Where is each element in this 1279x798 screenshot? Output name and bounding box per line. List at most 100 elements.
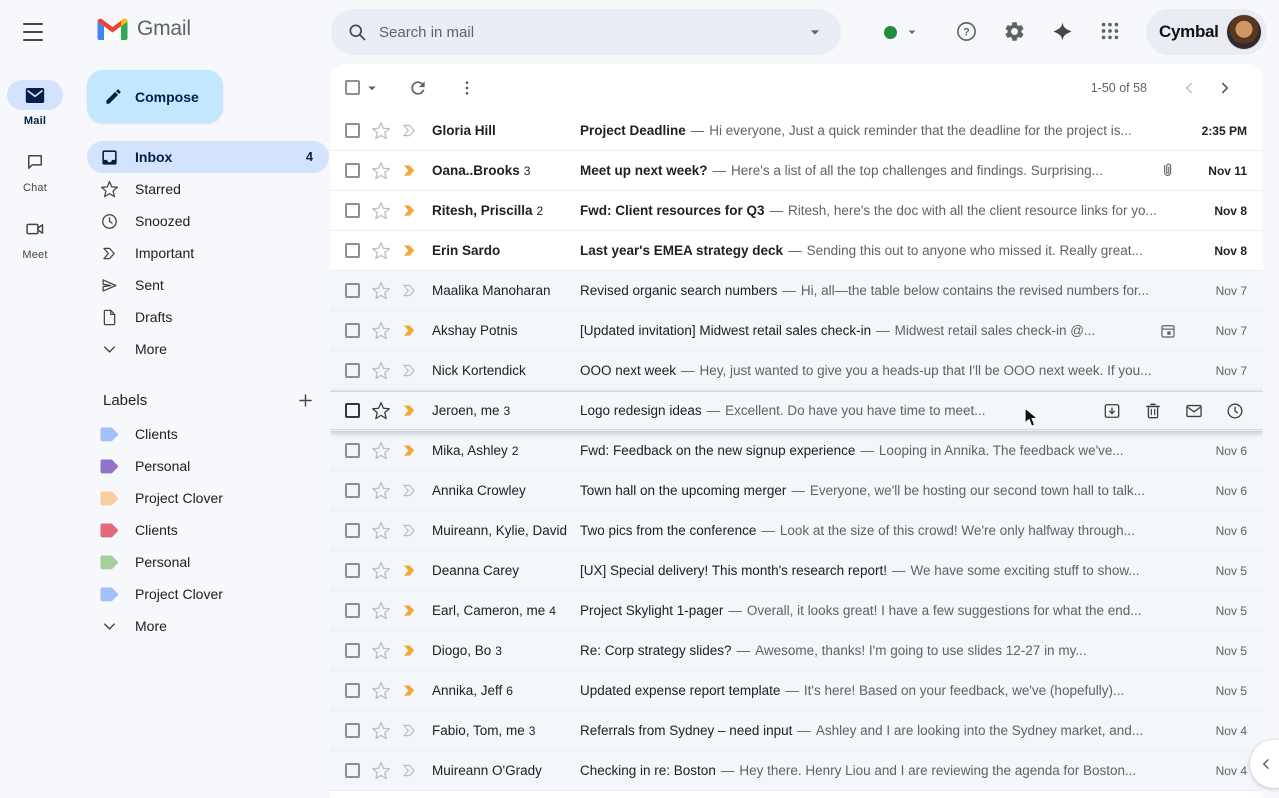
email-row[interactable]: Nick Kortendick OOO next week—Hey, just … xyxy=(330,351,1263,391)
star-icon[interactable] xyxy=(371,441,391,461)
more-options-button[interactable] xyxy=(458,79,476,97)
help-button[interactable]: ? xyxy=(946,11,986,51)
sidebar-item-important[interactable]: Important xyxy=(87,237,329,269)
row-checkbox[interactable] xyxy=(345,243,360,258)
select-options-caret-icon[interactable] xyxy=(363,79,381,97)
sidebar-label-personal-2[interactable]: Personal xyxy=(87,546,329,578)
email-row[interactable]: Jeroen, me3 Logo redesign ideas—Excellen… xyxy=(330,391,1263,431)
email-row[interactable]: Diogo, Bo3 Re: Corp strategy slides?—Awe… xyxy=(330,631,1263,671)
star-icon[interactable] xyxy=(371,481,391,501)
email-row[interactable]: Deanna Carey [UX] Special delivery! This… xyxy=(330,551,1263,591)
refresh-button[interactable] xyxy=(408,78,428,98)
star-icon[interactable] xyxy=(371,321,391,341)
sidebar-label-clients-2[interactable]: Clients xyxy=(87,514,329,546)
importance-marker-icon[interactable] xyxy=(400,281,419,300)
row-checkbox[interactable] xyxy=(345,643,360,658)
email-row[interactable]: Maalika Manoharan Revised organic search… xyxy=(330,271,1263,311)
row-checkbox[interactable] xyxy=(345,363,360,378)
sidebar-label-personal-1[interactable]: Personal xyxy=(87,450,329,482)
snooze-button[interactable] xyxy=(1225,401,1245,421)
row-checkbox[interactable] xyxy=(345,683,360,698)
row-checkbox[interactable] xyxy=(345,163,360,178)
star-icon[interactable] xyxy=(371,521,391,541)
row-checkbox[interactable] xyxy=(345,323,360,338)
main-menu-button[interactable] xyxy=(23,23,43,41)
email-row[interactable]: Fabio, Tom, me3 Referrals from Sydney – … xyxy=(330,711,1263,751)
sidebar-item-sent[interactable]: Sent xyxy=(87,269,329,301)
row-checkbox[interactable] xyxy=(345,763,360,778)
importance-marker-icon[interactable] xyxy=(400,641,419,660)
row-checkbox[interactable] xyxy=(345,723,360,738)
sidebar-label-project-clover-1[interactable]: Project Clover xyxy=(87,482,329,514)
email-row[interactable]: Muireann O'Grady Checking in re: Boston—… xyxy=(330,751,1263,791)
star-icon[interactable] xyxy=(371,681,391,701)
importance-marker-icon[interactable] xyxy=(400,161,419,180)
delete-button[interactable] xyxy=(1143,401,1163,421)
star-icon[interactable] xyxy=(371,281,391,301)
select-all-checkbox[interactable] xyxy=(345,80,360,95)
row-checkbox[interactable] xyxy=(345,283,360,298)
star-icon[interactable] xyxy=(371,721,391,741)
importance-marker-icon[interactable] xyxy=(400,201,419,220)
importance-marker-icon[interactable] xyxy=(400,601,419,620)
star-icon[interactable] xyxy=(371,361,391,381)
star-icon[interactable] xyxy=(371,401,391,421)
email-row[interactable]: Earl, Cameron, me4 Project Skylight 1-pa… xyxy=(330,591,1263,631)
star-icon[interactable] xyxy=(371,161,391,181)
row-checkbox[interactable] xyxy=(345,603,360,618)
sidebar-item-starred[interactable]: Starred xyxy=(87,173,329,205)
email-row[interactable]: Annika Crowley Town hall on the upcoming… xyxy=(330,471,1263,511)
compose-button[interactable]: Compose xyxy=(87,70,223,123)
sidebar-item-more[interactable]: More xyxy=(87,333,329,365)
search-bar[interactable] xyxy=(331,9,841,55)
row-checkbox[interactable] xyxy=(345,403,360,418)
importance-marker-icon[interactable] xyxy=(400,241,419,260)
importance-marker-icon[interactable] xyxy=(400,681,419,700)
avatar[interactable] xyxy=(1226,14,1262,50)
create-label-button[interactable] xyxy=(296,391,315,410)
row-checkbox[interactable] xyxy=(345,203,360,218)
row-checkbox[interactable] xyxy=(345,563,360,578)
importance-marker-icon[interactable] xyxy=(400,401,419,420)
rail-item-meet[interactable]: Meet xyxy=(0,214,70,261)
importance-marker-icon[interactable] xyxy=(400,361,419,380)
sidebar-item-snoozed[interactable]: Snoozed xyxy=(87,205,329,237)
star-icon[interactable] xyxy=(371,241,391,261)
email-row[interactable]: Akshay Potnis [Updated invitation] Midwe… xyxy=(330,311,1263,351)
sidebar-labels-more[interactable]: More xyxy=(87,610,329,642)
mark-as-read-button[interactable] xyxy=(1184,401,1204,421)
email-row[interactable]: Mika, Ashley2 Fwd: Feedback on the new s… xyxy=(330,431,1263,471)
email-row[interactable]: Annika, Jeff6 Updated expense report tem… xyxy=(330,671,1263,711)
importance-marker-icon[interactable] xyxy=(400,121,419,140)
email-row[interactable]: Muireann, Kylie, David Two pics from the… xyxy=(330,511,1263,551)
gemini-button[interactable] xyxy=(1042,11,1082,51)
older-page-button[interactable] xyxy=(1207,70,1243,106)
search-icon[interactable] xyxy=(347,22,367,42)
email-row[interactable]: Erin Sardo Last year's EMEA strategy dec… xyxy=(330,231,1263,271)
newer-page-button[interactable] xyxy=(1171,70,1207,106)
email-row[interactable]: Ritesh, Priscilla2 Fwd: Client resources… xyxy=(330,191,1263,231)
sidebar-label-project-clover-2[interactable]: Project Clover xyxy=(87,578,329,610)
search-input[interactable] xyxy=(379,24,805,41)
email-row[interactable]: Oana..Brooks3 Meet up next week?—Here's … xyxy=(330,151,1263,191)
row-checkbox[interactable] xyxy=(345,523,360,538)
importance-marker-icon[interactable] xyxy=(400,441,419,460)
rail-item-mail[interactable]: Mail xyxy=(0,80,70,127)
row-checkbox[interactable] xyxy=(345,483,360,498)
importance-marker-icon[interactable] xyxy=(400,561,419,580)
settings-button[interactable] xyxy=(994,11,1034,51)
gmail-logo[interactable]: Gmail xyxy=(97,17,191,41)
star-icon[interactable] xyxy=(371,561,391,581)
star-icon[interactable] xyxy=(371,641,391,661)
importance-marker-icon[interactable] xyxy=(400,321,419,340)
presence-status[interactable] xyxy=(884,24,920,40)
rail-item-chat[interactable]: Chat xyxy=(0,147,70,194)
star-icon[interactable] xyxy=(371,201,391,221)
archive-button[interactable] xyxy=(1102,401,1122,421)
email-row[interactable]: Gloria Hill Project Deadline—Hi everyone… xyxy=(330,111,1263,151)
account-button[interactable]: Cymbal xyxy=(1146,9,1267,55)
star-icon[interactable] xyxy=(371,761,391,781)
star-icon[interactable] xyxy=(371,601,391,621)
importance-marker-icon[interactable] xyxy=(400,521,419,540)
importance-marker-icon[interactable] xyxy=(400,481,419,500)
